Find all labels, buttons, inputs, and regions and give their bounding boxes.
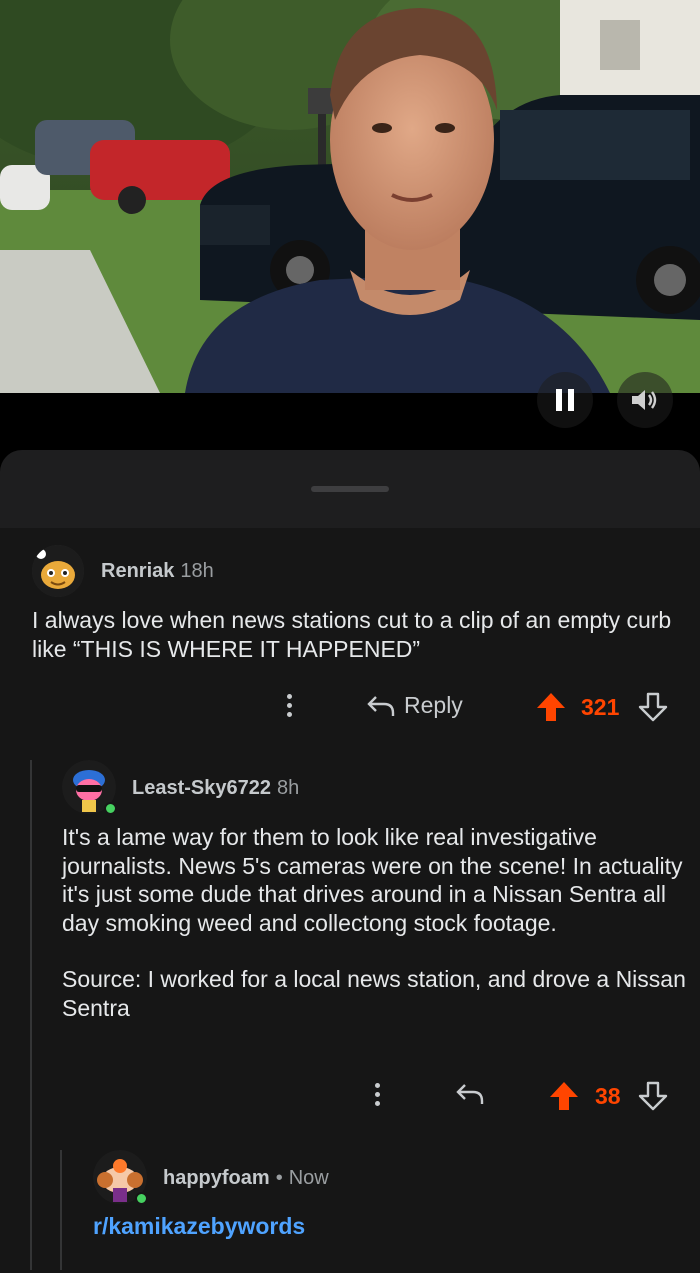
username[interactable]: happyfoam <box>163 1167 270 1189</box>
username[interactable]: Least-Sky6722 <box>132 777 271 799</box>
comment-meta: Renriak 18h <box>101 560 214 583</box>
comment-paragraph: It's a lame way for them to look like re… <box>62 824 683 936</box>
downvote-button[interactable] <box>638 691 668 723</box>
comment-paragraph: I always love when news stations cut to … <box>32 607 672 662</box>
comment-meta: Least-Sky6722 8h <box>132 777 299 800</box>
snoo-avatar-icon <box>32 545 84 597</box>
downvote-button[interactable] <box>638 1080 668 1112</box>
reply-button[interactable] <box>455 1081 485 1107</box>
upvote-button[interactable] <box>548 1080 580 1112</box>
comment-body: I always love when news stations cut to … <box>32 606 672 663</box>
vote-score: 321 <box>581 694 620 720</box>
avatar[interactable] <box>32 545 84 597</box>
video-frame <box>0 0 700 393</box>
comment-body: It's a lame way for them to look like re… <box>62 823 687 1022</box>
reply-icon <box>456 1084 484 1104</box>
volume-button[interactable] <box>617 372 673 428</box>
online-indicator <box>104 802 117 815</box>
online-indicator <box>135 1192 148 1205</box>
reply-button[interactable]: Reply <box>366 692 463 719</box>
comment-actions: 38 <box>0 1077 700 1117</box>
reply-label: Reply <box>404 692 463 718</box>
volume-icon <box>632 390 657 410</box>
comment-time: 18h <box>180 560 214 582</box>
comment-time: Now <box>288 1167 329 1189</box>
username[interactable]: Renriak <box>101 560 174 582</box>
pause-button[interactable] <box>537 372 593 428</box>
comment-time: 8h <box>276 777 300 799</box>
downvote-arrow-icon <box>638 692 668 722</box>
pause-icon <box>553 389 577 411</box>
upvote-button[interactable] <box>535 691 567 723</box>
comment-paragraph: Source: I worked for a local news statio… <box>62 966 686 1021</box>
vote-score: 38 <box>595 1083 621 1109</box>
comment-actions: Reply 321 <box>0 688 700 728</box>
comment-meta: happyfoam • Now <box>163 1167 329 1190</box>
upvote-arrow-icon <box>550 1082 578 1110</box>
thread-line[interactable] <box>30 760 32 1270</box>
upvote-arrow-icon <box>537 693 565 721</box>
sheet-drag-handle[interactable] <box>311 486 389 492</box>
more-options-button[interactable] <box>283 692 295 719</box>
meta-separator: • <box>275 1167 283 1189</box>
downvote-arrow-icon <box>638 1081 668 1111</box>
reply-icon <box>367 695 395 716</box>
subreddit-link[interactable]: r/kamikazebywords <box>93 1213 305 1240</box>
video-controls-bar <box>0 393 700 450</box>
video-player[interactable] <box>0 0 700 393</box>
more-options-button[interactable] <box>371 1081 383 1108</box>
thread-line[interactable] <box>60 1150 62 1270</box>
